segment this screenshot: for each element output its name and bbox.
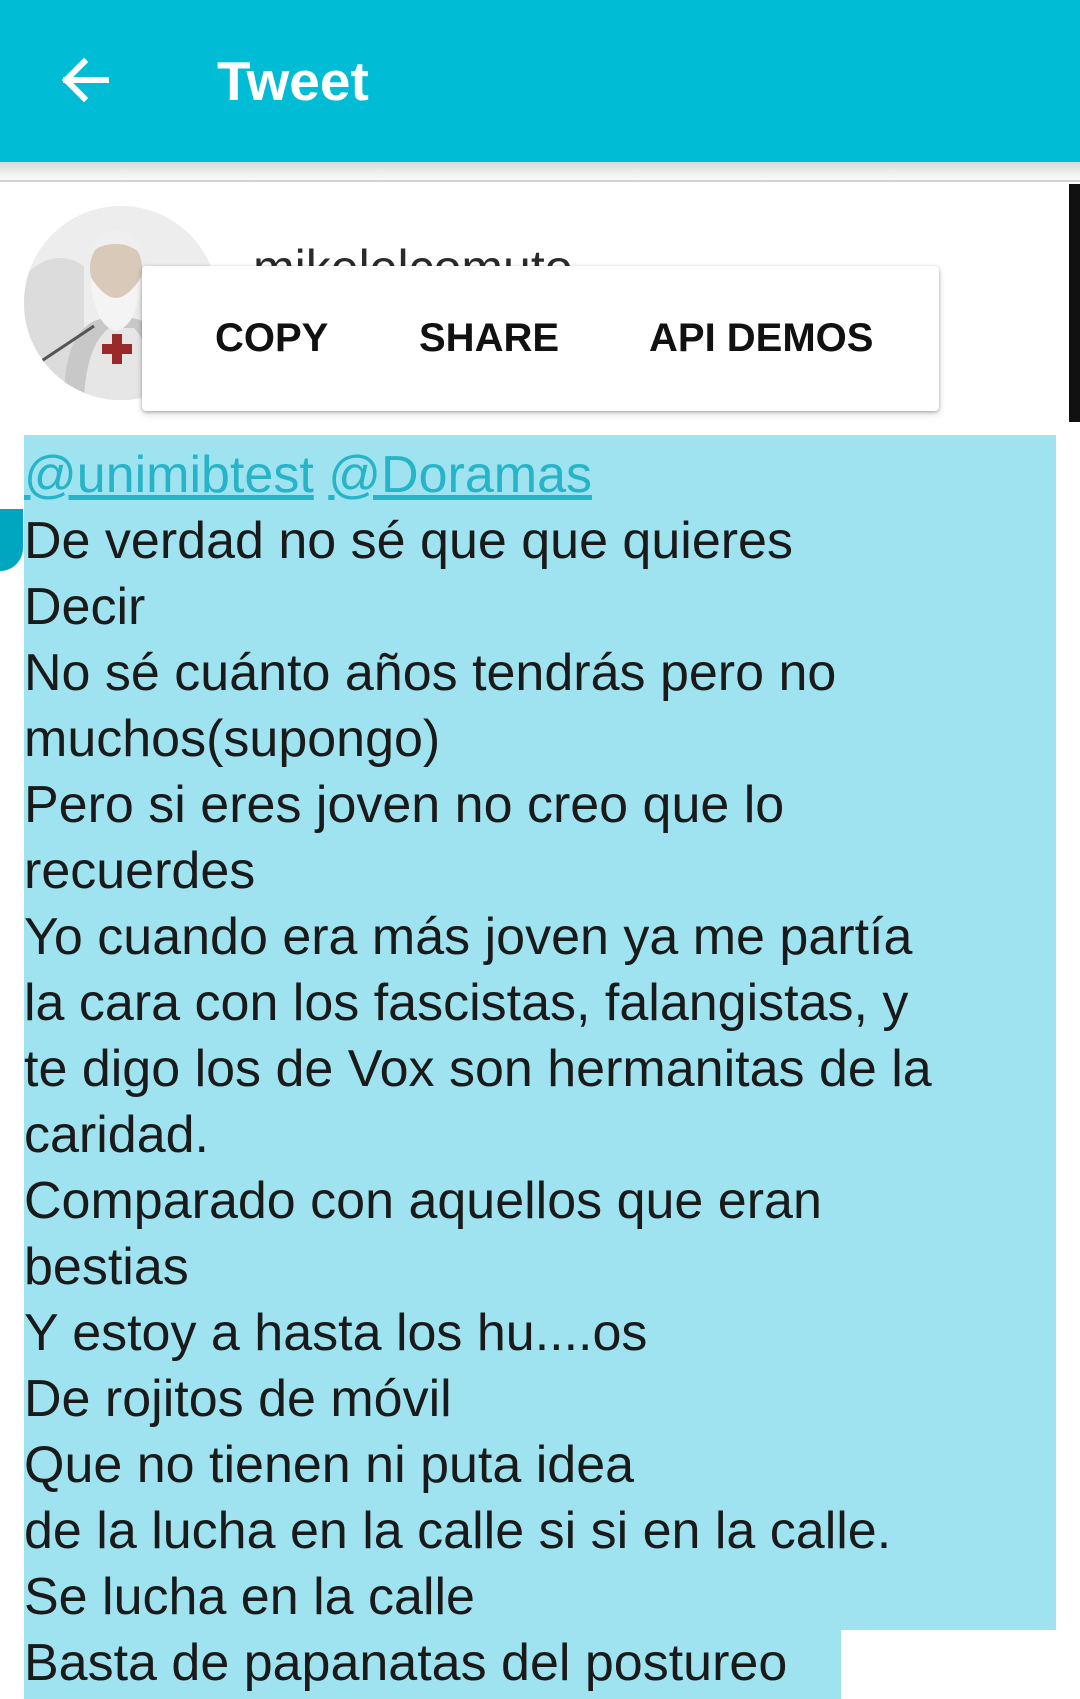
tweet-text[interactable]: @unimibtest @Doramas De verdad no sé que… — [24, 442, 1064, 1696]
tweet-line: Yo cuando era más joven ya me partía — [24, 908, 913, 966]
tweet-line: te digo los de Vox son hermanitas de la — [24, 1040, 932, 1098]
tweet-line: No sé cuánto años tendrás pero no — [24, 644, 837, 702]
tweet-line: caridad. — [24, 1106, 209, 1164]
app-bar-shadow — [0, 162, 1080, 184]
mention-link[interactable]: @Doramas — [328, 446, 592, 504]
tweet-line: Y estoy a hasta los hu....os — [24, 1304, 648, 1362]
app-bar: Tweet — [0, 0, 1080, 162]
text-selection-menu: COPY SHARE API DEMOS — [142, 266, 939, 411]
mentions-line: @unimibtest @Doramas — [24, 442, 1064, 508]
selection-handle-start[interactable] — [0, 509, 23, 571]
share-button[interactable]: SHARE — [419, 266, 559, 411]
user-name[interactable]: mikelelcomuto — [253, 238, 813, 268]
mention-link[interactable]: @unimibtest — [24, 446, 314, 504]
tweet-line: Pero si eres joven no creo que lo — [24, 776, 785, 834]
page-title: Tweet — [217, 50, 369, 112]
tweet-line: muchos(supongo) — [24, 710, 441, 768]
arrow-left-icon — [52, 48, 116, 112]
tweet-line: de la lucha en la calle si si en la call… — [24, 1502, 892, 1560]
tweet-line: De verdad no sé que que quieres — [24, 512, 793, 570]
tweet-line: recuerdes — [24, 842, 256, 900]
copy-button[interactable]: COPY — [215, 266, 328, 411]
tweet-line: Basta de papanatas del postureo — [24, 1634, 788, 1692]
tweet-line: Que no tienen ni puta idea — [24, 1436, 635, 1494]
tweet-line: De rojitos de móvil — [24, 1370, 452, 1428]
tweet-line: Comparado con aquellos que eran — [24, 1172, 822, 1230]
scrollbar[interactable] — [1069, 184, 1080, 422]
tweet-line: la cara con los fascistas, falangistas, … — [24, 974, 909, 1032]
api-demos-button[interactable]: API DEMOS — [649, 266, 873, 411]
tweet-line: Decir — [24, 578, 146, 636]
tweet-line: Se lucha en la calle — [24, 1568, 475, 1626]
tweet-line: bestias — [24, 1238, 189, 1296]
back-button[interactable] — [52, 48, 116, 112]
